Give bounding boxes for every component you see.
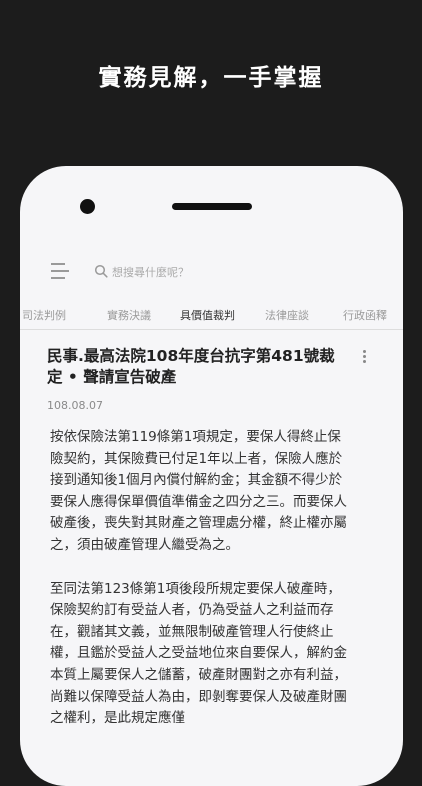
menu-icon[interactable] <box>51 263 69 279</box>
article-paragraph: 至同法第123條第1項後段所規定要保人破產時，保險契約訂有受益人者，仍為受益人之… <box>50 580 347 727</box>
search-input[interactable] <box>112 262 312 282</box>
phone-speaker <box>172 203 252 210</box>
tab-practice-resolutions[interactable]: 實務決議 <box>107 307 151 323</box>
phone-camera <box>80 199 95 214</box>
category-tabs: 司法判例 實務決議 具價值裁判 法律座談 行政函釋 <box>20 301 403 330</box>
article-body: 按依保險法第119條第1項規定，要保人得終止保險契約，其保險費已付足1年以上者，… <box>50 427 350 752</box>
tab-legal-forums[interactable]: 法律座談 <box>265 307 309 323</box>
promo-headline: 實務見解，一手掌握 <box>98 65 324 91</box>
tab-judicial-precedents[interactable]: 司法判例 <box>22 307 66 323</box>
article-title: 民事.最高法院108年度台抗字第481號裁定 • 聲請宣告破產 <box>47 347 335 386</box>
search-bar <box>20 261 403 285</box>
tab-administrative-interpretations[interactable]: 行政函釋 <box>343 307 387 323</box>
tab-valuable-rulings[interactable]: 具價值裁判 <box>180 307 235 323</box>
phone-frame: 司法判例 實務決議 具價值裁判 法律座談 行政函釋 民事.最高法院108年度台抗… <box>20 166 403 786</box>
article: 民事.最高法院108年度台抗字第481號裁定 • 聲請宣告破產 108.08.0… <box>20 330 403 786</box>
search-icon <box>94 264 108 278</box>
more-options-icon[interactable] <box>363 350 369 366</box>
article-date: 108.08.07 <box>47 399 103 412</box>
article-paragraph: 按依保險法第119條第1項規定，要保人得終止保險契約，其保險費已付足1年以上者，… <box>50 429 347 553</box>
